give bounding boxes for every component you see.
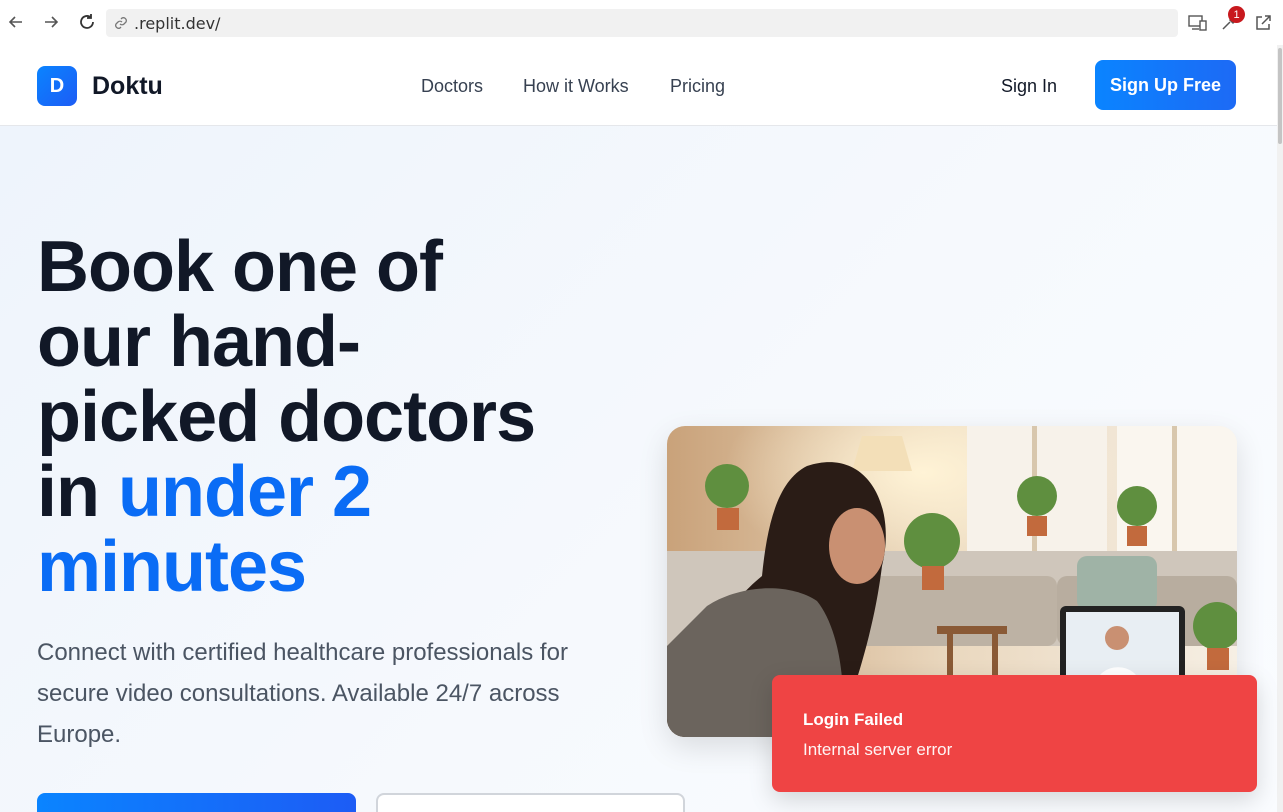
- error-toast[interactable]: Login Failed Internal server error: [772, 675, 1257, 792]
- nav-doctors[interactable]: Doctors: [421, 76, 483, 97]
- scrollbar[interactable]: [1277, 45, 1283, 812]
- hero-title-line: in: [37, 452, 118, 532]
- notification-badge: 1: [1228, 6, 1245, 23]
- browser-toolbar: .replit.dev/ 1: [0, 0, 1283, 45]
- hero-title-line: picked doctors: [37, 377, 536, 457]
- primary-cta-button[interactable]: [37, 793, 356, 812]
- sign-up-button[interactable]: Sign Up Free: [1095, 60, 1236, 110]
- link-icon: [114, 15, 130, 31]
- hero-title: Book one of our hand- picked doctors in …: [37, 230, 597, 605]
- scrollbar-thumb[interactable]: [1278, 48, 1282, 144]
- toast-title: Login Failed: [803, 710, 904, 729]
- nav-how-it-works[interactable]: How it Works: [523, 76, 629, 97]
- nav-pricing[interactable]: Pricing: [670, 76, 725, 97]
- toast-message: Internal server error: [803, 740, 953, 759]
- back-icon[interactable]: [5, 11, 27, 33]
- url-text: .replit.dev/: [134, 13, 221, 33]
- address-bar[interactable]: .replit.dev/: [106, 9, 1178, 37]
- sign-in-link[interactable]: Sign In: [1001, 76, 1057, 97]
- site-header: D Doktu Doctors How it Works Pricing Sig…: [0, 45, 1277, 126]
- reload-icon[interactable]: [76, 11, 98, 33]
- open-external-icon[interactable]: [1252, 12, 1274, 34]
- hero-title-accent: minutes: [37, 527, 307, 607]
- logo-icon[interactable]: D: [37, 66, 77, 106]
- hero-title-accent: under 2: [118, 452, 372, 532]
- hero-subtitle: Connect with certified healthcare profes…: [37, 639, 568, 748]
- hero-title-line: our hand-: [37, 302, 361, 382]
- secondary-cta-button[interactable]: [376, 793, 685, 812]
- hero-title-line: Book one of: [37, 227, 443, 307]
- devices-icon[interactable]: [1187, 12, 1209, 34]
- forward-icon[interactable]: [40, 11, 62, 33]
- brand-name[interactable]: Doktu: [92, 72, 163, 101]
